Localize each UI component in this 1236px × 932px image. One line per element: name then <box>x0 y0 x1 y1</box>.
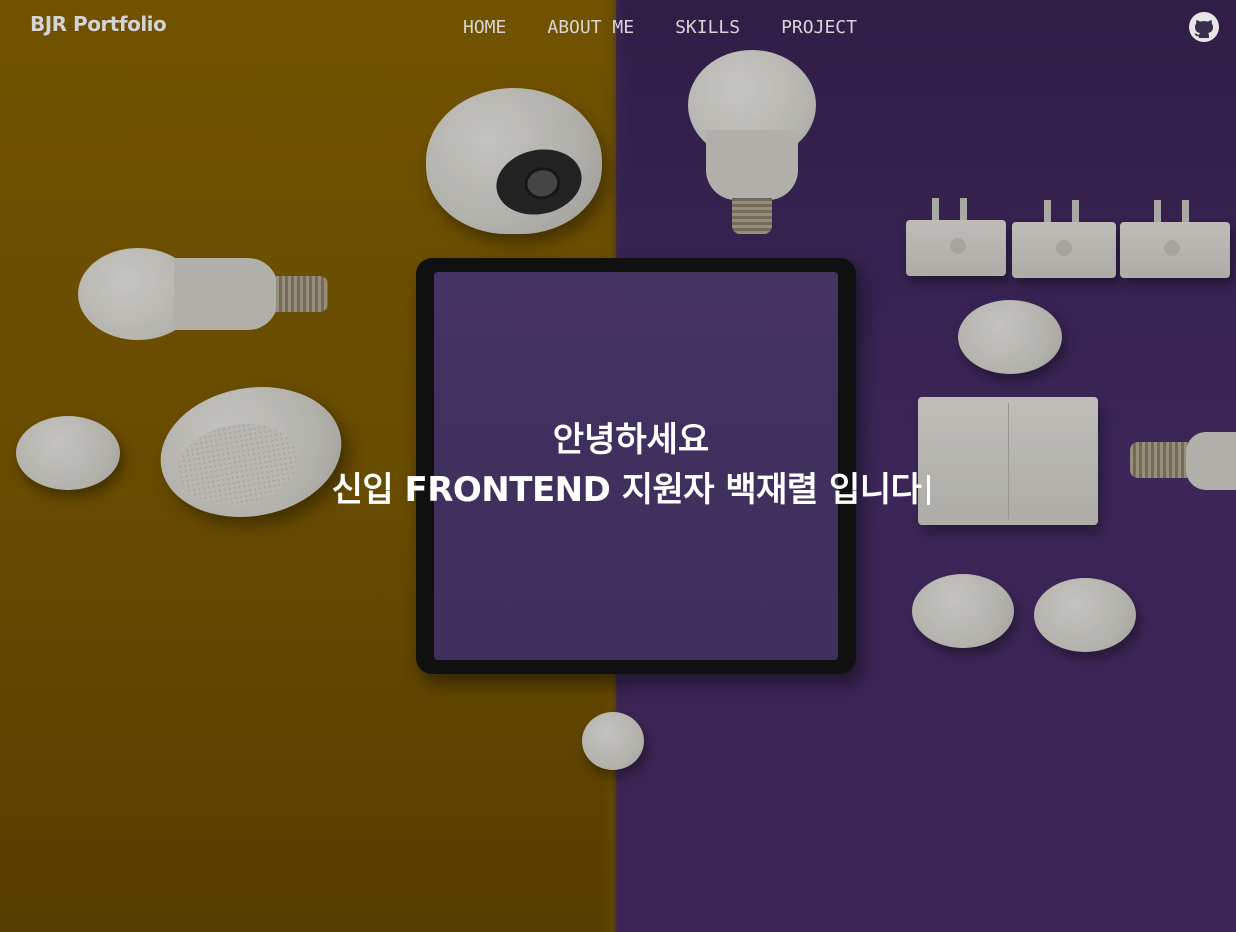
nav-item-skills[interactable]: SKILLS <box>675 17 740 38</box>
typing-cursor <box>927 475 931 505</box>
brand-logo[interactable]: BJR Portfolio <box>30 12 167 36</box>
github-icon[interactable] <box>1188 11 1220 43</box>
nav-item-about-me[interactable]: ABOUT ME <box>547 17 634 38</box>
hero-intro-line: 신입 FRONTEND 지원자 백재렬 입니다 <box>0 464 1236 516</box>
nav-menu: HOME ABOUT ME SKILLS PROJECT <box>463 17 857 38</box>
hero-greeting: 안녕하세요 <box>552 420 710 460</box>
nav-item-home[interactable]: HOME <box>463 17 506 38</box>
top-nav: BJR Portfolio HOME ABOUT ME SKILLS PROJE… <box>0 0 1236 56</box>
nav-item-project[interactable]: PROJECT <box>781 17 857 38</box>
hero-section: BJR Portfolio HOME ABOUT ME SKILLS PROJE… <box>0 0 1236 932</box>
hero-intro: 신입 FRONTEND 지원자 백재렬 입니다 <box>331 470 922 510</box>
github-icon-svg <box>1189 12 1219 42</box>
hero-headline: 안녕하세요 신입 FRONTEND 지원자 백재렬 입니다 <box>0 416 1236 516</box>
